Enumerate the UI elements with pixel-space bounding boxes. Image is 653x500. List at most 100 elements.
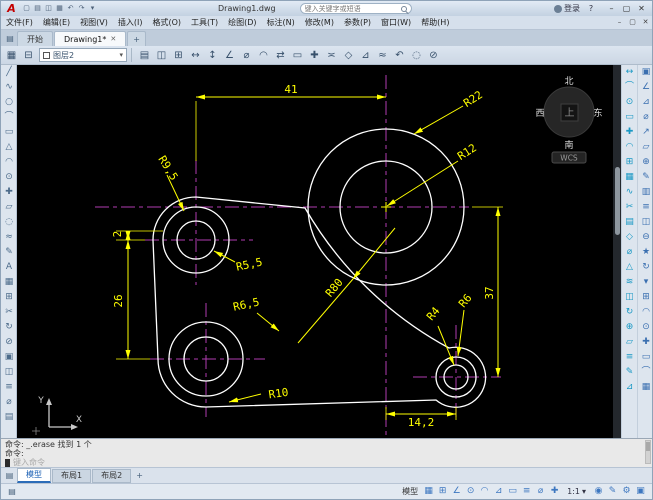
toolbar-icon[interactable]: ⌀ (238, 47, 255, 64)
menu-item[interactable]: 工具(T) (186, 16, 223, 29)
draw-tool-icon[interactable]: ▭ (1, 125, 17, 140)
modify-tool-icon[interactable]: ◇ (622, 230, 637, 245)
maximize-button[interactable]: ▢ (619, 1, 634, 16)
annotate-tool-icon[interactable]: ▭ (638, 350, 653, 365)
menu-item[interactable]: 插入(I) (113, 16, 148, 29)
draw-tool-icon[interactable]: ▤ (1, 410, 17, 425)
doc-minimize-button[interactable]: – (613, 16, 626, 29)
toolbar-icon[interactable]: ↶ (391, 47, 408, 64)
toolbar-icon[interactable]: ⊘ (425, 47, 442, 64)
modify-tool-icon[interactable]: ▦ (622, 170, 637, 185)
minimize-button[interactable]: – (604, 1, 619, 16)
toolbar-icon[interactable]: ◠ (255, 47, 272, 64)
draw-tool-icon[interactable]: ⌀ (1, 395, 17, 410)
annotate-tool-icon[interactable]: ✚ (638, 335, 653, 350)
menu-item[interactable]: 帮助(H) (416, 16, 454, 29)
annotate-tool-icon[interactable]: ▥ (638, 185, 653, 200)
status-toggle-icon[interactable]: ≡ (520, 484, 533, 499)
quick-access-icon[interactable]: ▢ (21, 1, 32, 16)
new-drawing-button[interactable]: + (127, 31, 146, 46)
draw-tool-icon[interactable]: ✂ (1, 305, 17, 320)
draw-tool-icon[interactable]: ▱ (1, 200, 17, 215)
status-toggle-icon[interactable]: ▭ (506, 484, 519, 499)
quick-access-icon[interactable]: ▾ (87, 1, 98, 16)
annotate-tool-icon[interactable]: ⊞ (638, 290, 653, 305)
status-toggle-icon[interactable]: ▦ (422, 484, 435, 499)
draw-tool-icon[interactable]: ⊞ (1, 290, 17, 305)
toolbar-icon[interactable]: ⇄ (272, 47, 289, 64)
modify-tool-icon[interactable]: ↻ (622, 305, 637, 320)
quick-access-icon[interactable]: ↶ (65, 1, 76, 16)
toolbar-icon[interactable]: ≍ (323, 47, 340, 64)
modify-tool-icon[interactable]: ⊙ (622, 95, 637, 110)
doc-close-button[interactable]: ✕ (639, 16, 652, 29)
modify-tool-icon[interactable]: ⌒ (622, 80, 637, 95)
close-button[interactable]: ✕ (634, 1, 649, 16)
layer-dropdown[interactable]: 图层2 ▾ (39, 48, 127, 62)
quick-access-icon[interactable]: ◫ (43, 1, 54, 16)
annotate-tool-icon[interactable]: ✎ (638, 170, 653, 185)
draw-tool-icon[interactable]: ✚ (1, 185, 17, 200)
file-tabs-menu-icon[interactable]: ▤ (3, 31, 17, 46)
toolbar-icon[interactable]: ✚ (306, 47, 323, 64)
drawing-canvas[interactable]: 41 14,2 37 26 2 R22 R12 R9,5 R5,5 R80 R6… (17, 65, 613, 438)
doc-restore-button[interactable]: ▢ (626, 16, 639, 29)
status-toggle-icon[interactable]: ⊿ (492, 484, 505, 499)
layout-menu-icon[interactable]: ▤ (3, 471, 16, 480)
annotation-scale-button[interactable]: 1:1 ▾ (565, 487, 588, 496)
command-scrollbar[interactable] (645, 440, 651, 464)
toolbar-icon[interactable]: ◌ (408, 47, 425, 64)
help-button[interactable]: ? (586, 4, 596, 13)
draw-tool-icon[interactable]: ∿ (1, 80, 17, 95)
panel-grip-handle[interactable] (615, 167, 620, 235)
draw-tool-icon[interactable]: ◫ (1, 365, 17, 380)
toolbar-icon[interactable]: ▤ (136, 47, 153, 64)
modify-tool-icon[interactable]: ✎ (622, 365, 637, 380)
toolbar-icon[interactable]: ≈ (374, 47, 391, 64)
status-toggle-icon[interactable]: ∠ (450, 484, 463, 499)
tab-layout2[interactable]: 布局2 (92, 469, 131, 483)
modify-tool-icon[interactable]: ✂ (622, 200, 637, 215)
annotate-tool-icon[interactable]: ◫ (638, 215, 653, 230)
status-toggle-icon[interactable]: ⌀ (534, 484, 547, 499)
model-space-label[interactable]: 模型 (402, 486, 418, 497)
draw-tool-icon[interactable]: ≡ (1, 380, 17, 395)
menu-item[interactable]: 标注(N) (262, 16, 300, 29)
draw-tool-icon[interactable]: ⌒ (1, 110, 17, 125)
annotate-tool-icon[interactable]: ⊕ (638, 155, 653, 170)
draw-tool-icon[interactable]: ◠ (1, 155, 17, 170)
annotate-tool-icon[interactable]: ≡ (638, 200, 653, 215)
draw-tool-icon[interactable]: ◌ (1, 215, 17, 230)
annotate-tool-icon[interactable]: ▣ (638, 65, 653, 80)
modify-tool-icon[interactable]: ⊿ (622, 380, 637, 395)
modify-tool-icon[interactable]: ⌀ (622, 245, 637, 260)
status-toggle-icon[interactable]: ⊙ (464, 484, 477, 499)
status-toggle-icon[interactable]: ⊞ (436, 484, 449, 499)
status-icon[interactable]: ✎ (606, 484, 619, 499)
draw-tool-icon[interactable]: ○ (1, 95, 17, 110)
quick-access-icon[interactable]: ↷ (76, 1, 87, 16)
app-logo-icon[interactable]: A (4, 1, 19, 16)
draw-tool-icon[interactable]: ↻ (1, 320, 17, 335)
quick-access-icon[interactable]: ▦ (54, 1, 65, 16)
command-window[interactable]: 命令: _.erase 找到 1 个 命令: 键入命令 (1, 438, 652, 467)
modify-tool-icon[interactable]: ≋ (622, 275, 637, 290)
menu-item[interactable]: 视图(V) (75, 16, 113, 29)
annotate-tool-icon[interactable]: ∠ (638, 80, 653, 95)
draw-tool-icon[interactable]: ▣ (1, 350, 17, 365)
menu-item[interactable]: 参数(P) (339, 16, 376, 29)
add-layout-button[interactable]: + (132, 470, 147, 482)
menu-item[interactable]: 绘图(D) (223, 16, 261, 29)
quick-access-icon[interactable]: ▤ (32, 1, 43, 16)
status-icon[interactable]: ⚙ (620, 484, 633, 499)
tab-layout1[interactable]: 布局1 (52, 469, 91, 483)
login-button[interactable]: 登录 (550, 3, 584, 14)
modify-tool-icon[interactable]: ↔ (622, 65, 637, 80)
status-menu-icon[interactable]: ▤ (6, 487, 18, 496)
draw-tool-icon[interactable]: ⊙ (1, 170, 17, 185)
menu-item[interactable]: 窗口(W) (376, 16, 416, 29)
modify-tool-icon[interactable]: ▭ (622, 110, 637, 125)
annotate-tool-icon[interactable]: ↻ (638, 260, 653, 275)
layer-tool-icon[interactable]: ⊟ (20, 47, 37, 64)
toolbar-icon[interactable]: ⊿ (357, 47, 374, 64)
